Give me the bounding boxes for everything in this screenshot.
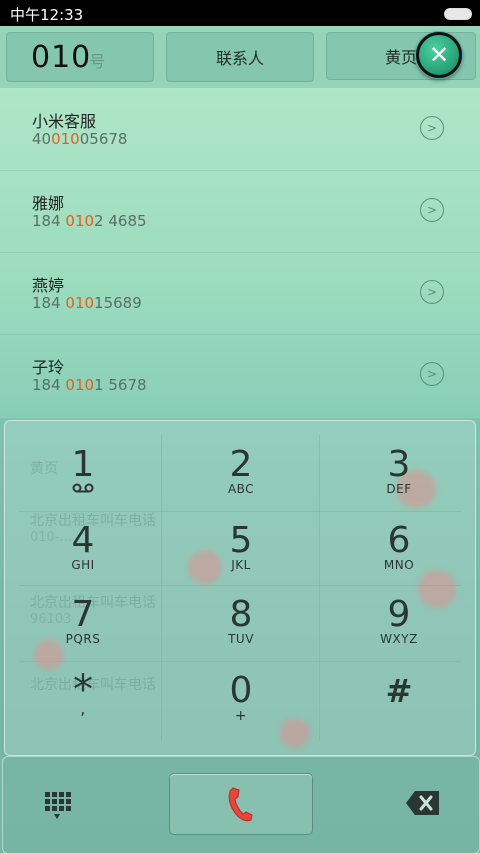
key-4[interactable]: 4 GHI [5, 497, 161, 573]
delete-button[interactable] [401, 785, 445, 821]
key-2[interactable]: 2 ABC [163, 421, 319, 497]
tab-call-log-label: 号 [89, 52, 106, 71]
status-bar: 中午12:33 [0, 0, 480, 26]
key-letters: MNO [383, 558, 415, 572]
dial-keypad: 1 2 ABC 3 DEF 4 GHI 5 JKL 6 MNO 7 PQRS 8… [4, 420, 476, 756]
key-letters: JKL [231, 558, 251, 572]
key-letters: GHI [71, 558, 95, 572]
key-1[interactable]: 1 [5, 421, 161, 496]
tab-bar: 010 号 联系人 黄页 [0, 26, 480, 88]
key-digit: 3 [387, 444, 411, 485]
bottom-action-bar [2, 756, 480, 854]
dialpad-toggle-icon [45, 792, 71, 819]
contact-name: 燕婷 [32, 276, 65, 295]
key-6[interactable]: 6 MNO [321, 497, 477, 573]
backspace-icon [406, 791, 439, 815]
detail-arrow-icon[interactable]: > [420, 198, 444, 222]
key-digit: 8 [229, 594, 253, 635]
close-button[interactable]: ✕ [416, 32, 462, 78]
key-digit: 6 [387, 520, 411, 561]
tab-call-log[interactable]: 010 号 [6, 32, 154, 82]
result-row[interactable]: 子玲 184 0101 5678 > [0, 334, 480, 416]
contact-name: 子玲 [32, 358, 65, 377]
contact-name: 小米客服 [32, 112, 97, 131]
dial-input[interactable]: 010 [31, 40, 91, 75]
keypad-divider [161, 435, 162, 741]
key-letters: PQRS [65, 632, 101, 646]
key-digit: 5 [229, 520, 253, 561]
key-letters: WXYZ [380, 632, 418, 646]
key-digit: 2 [229, 444, 253, 485]
key-digit: 1 [71, 444, 95, 485]
key-9[interactable]: 9 WXYZ [321, 571, 477, 647]
call-button[interactable] [169, 773, 313, 835]
result-row[interactable]: 雅娜 184 0102 4685 > [0, 170, 480, 253]
contact-number: 184 0101 5678 [32, 376, 147, 394]
key-letters: , [80, 699, 86, 718]
detail-arrow-icon[interactable]: > [420, 362, 444, 386]
tab-contacts[interactable]: 联系人 [166, 32, 314, 82]
key-8[interactable]: 8 TUV [163, 571, 319, 647]
key-7[interactable]: 7 PQRS [5, 571, 161, 647]
key-letters: TUV [228, 632, 254, 646]
key-letters: DEF [386, 482, 412, 496]
voicemail-icon [72, 483, 94, 493]
key-digit: # [385, 672, 413, 710]
keypad-divider [319, 435, 320, 741]
key-5[interactable]: 5 JKL [163, 497, 319, 573]
status-time: 中午12:33 [10, 6, 84, 24]
contact-number: 184 0102 4685 [32, 212, 147, 230]
key-letters: ABC [227, 482, 255, 496]
key-hash[interactable]: # [321, 647, 477, 722]
key-digit: 0 [229, 670, 253, 711]
phone-handset-icon [228, 787, 253, 822]
search-results: 小米客服 4001005678 > 雅娜 184 0102 4685 > 燕婷 … [0, 88, 480, 418]
key-digit: 7 [71, 594, 95, 635]
contact-name: 雅娜 [32, 194, 65, 213]
result-row[interactable]: 燕婷 184 01015689 > [0, 252, 480, 335]
dialpad-toggle-button[interactable] [37, 785, 77, 825]
contact-number: 4001005678 [32, 130, 128, 148]
close-icon: ✕ [428, 41, 450, 69]
result-row[interactable]: 小米客服 4001005678 > [0, 88, 480, 171]
detail-arrow-icon[interactable]: > [420, 280, 444, 304]
key-star[interactable]: * , [5, 647, 161, 722]
detail-arrow-icon[interactable]: > [420, 116, 444, 140]
key-letters: + [234, 708, 248, 724]
key-digit: 9 [387, 594, 411, 635]
battery-icon [444, 8, 472, 20]
key-digit: 4 [71, 520, 95, 561]
key-3[interactable]: 3 DEF [321, 421, 477, 497]
contact-number: 184 01015689 [32, 294, 142, 312]
key-0[interactable]: 0 + [163, 647, 319, 725]
